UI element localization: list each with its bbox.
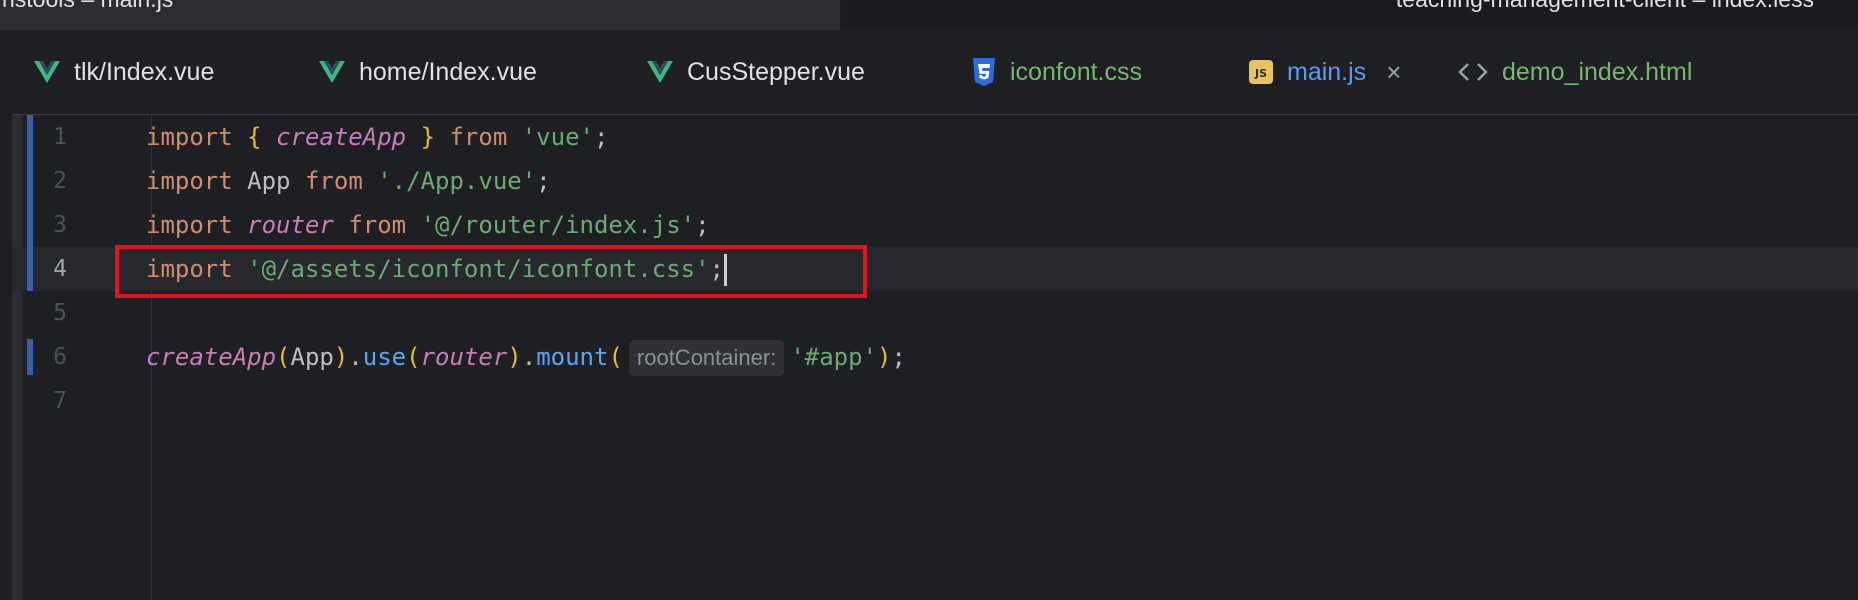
- tab-iconfont-css[interactable]: iconfont.css: [972, 30, 1142, 114]
- window-title-right-text: teaching-management-client – index.less: [1396, 0, 1814, 13]
- tab-label: home/Index.vue: [359, 57, 537, 86]
- annotation-highlight-box: [115, 245, 867, 298]
- line-number: 1: [53, 124, 67, 150]
- vcs-change-marker[interactable]: [27, 247, 33, 291]
- window-title-left[interactable]: nstools – main.js: [0, 0, 840, 30]
- tab-label: CusStepper.vue: [687, 57, 865, 86]
- code-text: import { createApp } from 'vue';: [146, 123, 609, 151]
- close-icon[interactable]: ×: [1386, 57, 1401, 88]
- parameter-hint: rootContainer:: [628, 340, 785, 376]
- vcs-change-marker[interactable]: [27, 339, 33, 375]
- line-number: 2: [53, 168, 67, 194]
- code-line-6[interactable]: 6 createApp(App).use(router).mount(rootC…: [12, 335, 1858, 379]
- window-title-left-text: nstools – main.js: [2, 0, 173, 13]
- line-number: 6: [53, 344, 67, 370]
- code-text: import router from '@/router/index.js';: [146, 211, 710, 239]
- tab-label: iconfont.css: [1010, 57, 1143, 86]
- vue-icon: [319, 61, 345, 83]
- tab-demo-index-html[interactable]: demo_index.html: [1458, 30, 1692, 114]
- tab-cusstepper-vue[interactable]: CusStepper.vue: [647, 30, 865, 114]
- js-icon: JS: [1249, 60, 1273, 84]
- code-line-2[interactable]: 2 import App from './App.vue';: [12, 159, 1858, 203]
- vue-icon: [34, 61, 60, 83]
- html-icon: [1458, 63, 1488, 81]
- line-number: 3: [53, 212, 67, 238]
- tab-label: demo_index.html: [1502, 57, 1693, 86]
- code-line-7[interactable]: 7: [12, 379, 1858, 423]
- line-number: 4: [53, 256, 67, 282]
- code-text: createApp(App).use(router).mount(rootCon…: [146, 335, 906, 379]
- vcs-change-marker[interactable]: [27, 115, 33, 247]
- tab-tlk-index-vue[interactable]: tlk/Index.vue: [34, 30, 214, 114]
- editor-tab-bar: tlk/Index.vue home/Index.vue CusStepper.…: [12, 30, 1858, 142]
- svg-text:JS: JS: [1254, 67, 1267, 80]
- window-title-right[interactable]: teaching-management-client – index.less: [841, 0, 1858, 30]
- code-line-3[interactable]: 3 import router from '@/router/index.js'…: [12, 203, 1858, 247]
- tab-label: tlk/Index.vue: [74, 57, 215, 86]
- code-editor[interactable]: 1 import { createApp } from 'vue'; 2 imp…: [12, 115, 1858, 600]
- line-number: 7: [53, 388, 67, 414]
- tab-home-index-vue[interactable]: home/Index.vue: [319, 30, 537, 114]
- vue-icon: [647, 61, 673, 83]
- css-icon: [973, 58, 995, 86]
- tab-label: main.js: [1287, 57, 1367, 86]
- window-title-bar: nstools – main.js teaching-management-cl…: [0, 0, 1858, 30]
- code-line-1[interactable]: 1 import { createApp } from 'vue';: [12, 115, 1858, 159]
- code-text: import App from './App.vue';: [146, 167, 551, 195]
- tab-main-js[interactable]: JS main.js ×: [1249, 30, 1401, 114]
- line-number: 5: [53, 300, 67, 326]
